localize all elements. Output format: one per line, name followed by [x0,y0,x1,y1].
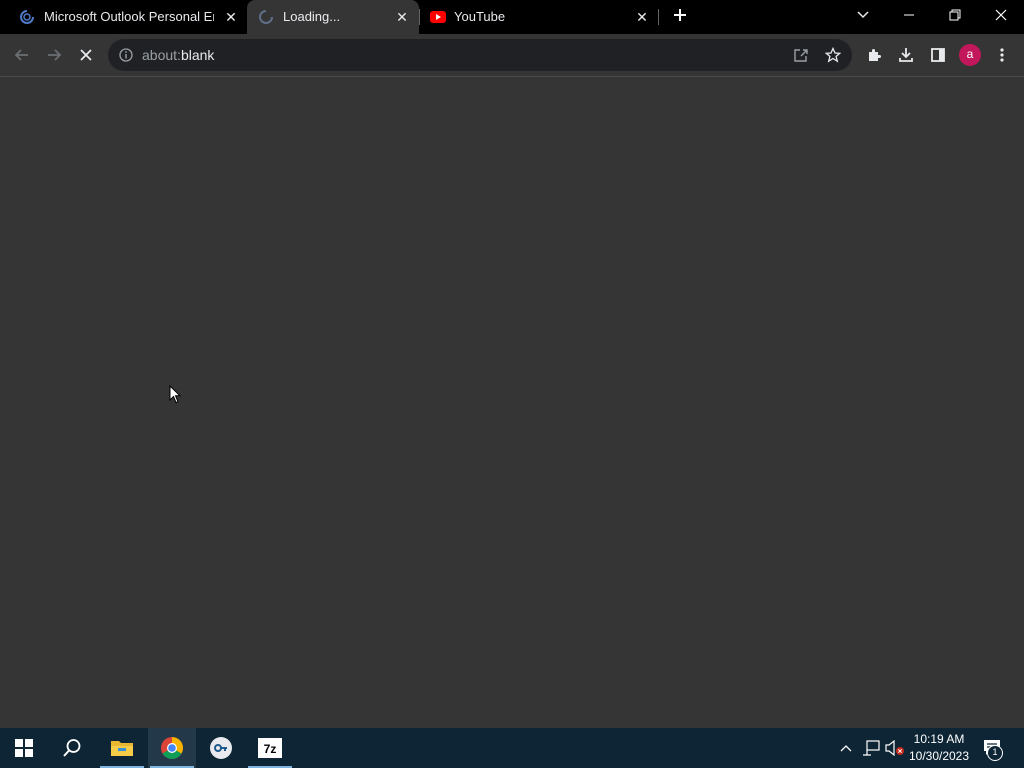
chevron-down-icon [857,11,869,19]
svg-text:7z: 7z [264,742,277,756]
forward-arrow-icon [48,49,62,61]
chevron-up-icon [840,745,852,752]
close-tab-icon[interactable]: ✕ [394,9,410,25]
youtube-icon [430,10,446,28]
tab-title: Microsoft Outlook Personal Ema [44,9,214,24]
puzzle-icon [869,49,881,61]
taskbar-keepass[interactable] [197,728,245,768]
chrome-menu-button[interactable] [990,43,1014,67]
tab-title: Loading... [283,9,341,24]
info-icon[interactable] [119,48,133,67]
close-tab-icon[interactable]: ✕ [223,9,239,25]
downloads-button[interactable] [894,43,918,67]
back-arrow-icon [14,49,28,61]
tab-strip: Microsoft Outlook Personal Ema ✕ Loading… [0,0,1024,34]
back-button[interactable] [10,43,34,67]
restore-button[interactable] [932,0,978,30]
tab-loading[interactable]: Loading... ✕ [247,0,419,34]
action-center-button[interactable]: 1 [980,728,1006,768]
keepass-icon [210,737,232,759]
taskbar-file-explorer[interactable] [98,728,146,768]
share-icon[interactable] [793,47,809,68]
profile-avatar[interactable]: a [959,44,981,66]
volume-muted-icon [885,740,904,756]
network-icon [863,740,880,756]
mouse-cursor-icon [169,384,182,410]
tab-outlook[interactable]: Microsoft Outlook Personal Ema ✕ [0,0,246,34]
forward-button[interactable] [42,43,66,67]
windows-start-icon [15,739,33,757]
start-button[interactable] [0,728,48,768]
outlook-loading-icon [19,9,35,30]
extensions-button[interactable] [862,43,886,67]
kebab-menu-icon [1000,48,1004,62]
stop-icon [80,49,92,61]
page-content-blank [0,77,1024,728]
address-bar[interactable]: about:blank [108,39,852,71]
clock-time: 10:19 AM [913,732,965,746]
tab-search-button[interactable] [840,0,886,30]
volume-button[interactable] [884,728,906,768]
show-hidden-icons-button[interactable] [837,728,855,768]
side-panel-button[interactable] [926,43,950,67]
7zip-icon: 7z [258,738,282,758]
bookmark-star-icon[interactable] [824,46,842,68]
new-tab-button[interactable] [670,7,690,27]
tab-title: YouTube [454,9,506,24]
file-explorer-icon [111,741,133,756]
minimize-button[interactable] [886,0,932,30]
notification-count-badge: 1 [987,745,1003,761]
side-panel-icon [931,48,945,62]
url-scheme: about: [142,47,181,63]
close-icon [995,9,1007,21]
restore-icon [949,9,961,21]
tab-divider [658,9,659,25]
taskbar-search-button[interactable] [48,728,96,768]
stop-loading-button[interactable] [74,43,98,67]
windows-taskbar: 7z 10:19 AM 10/30/2023 1 [0,728,1024,768]
url-path: blank [180,47,215,63]
clock-date: 10/30/2023 [908,749,970,763]
taskbar-7zip[interactable]: 7z [246,728,294,768]
close-window-button[interactable] [978,0,1024,30]
url-text: about:blank [142,47,214,63]
search-icon [63,739,81,757]
minimize-icon [904,14,914,16]
spinner-icon [258,9,274,30]
taskbar-clock[interactable]: 10:19 AM 10/30/2023 [906,731,972,765]
tab-youtube[interactable]: YouTube ✕ [420,0,658,34]
chrome-icon [161,737,183,759]
browser-toolbar: about:blank [0,34,1024,77]
close-tab-icon[interactable]: ✕ [634,9,650,25]
download-icon [899,48,913,62]
network-button[interactable] [860,728,882,768]
taskbar-chrome[interactable] [148,728,196,768]
